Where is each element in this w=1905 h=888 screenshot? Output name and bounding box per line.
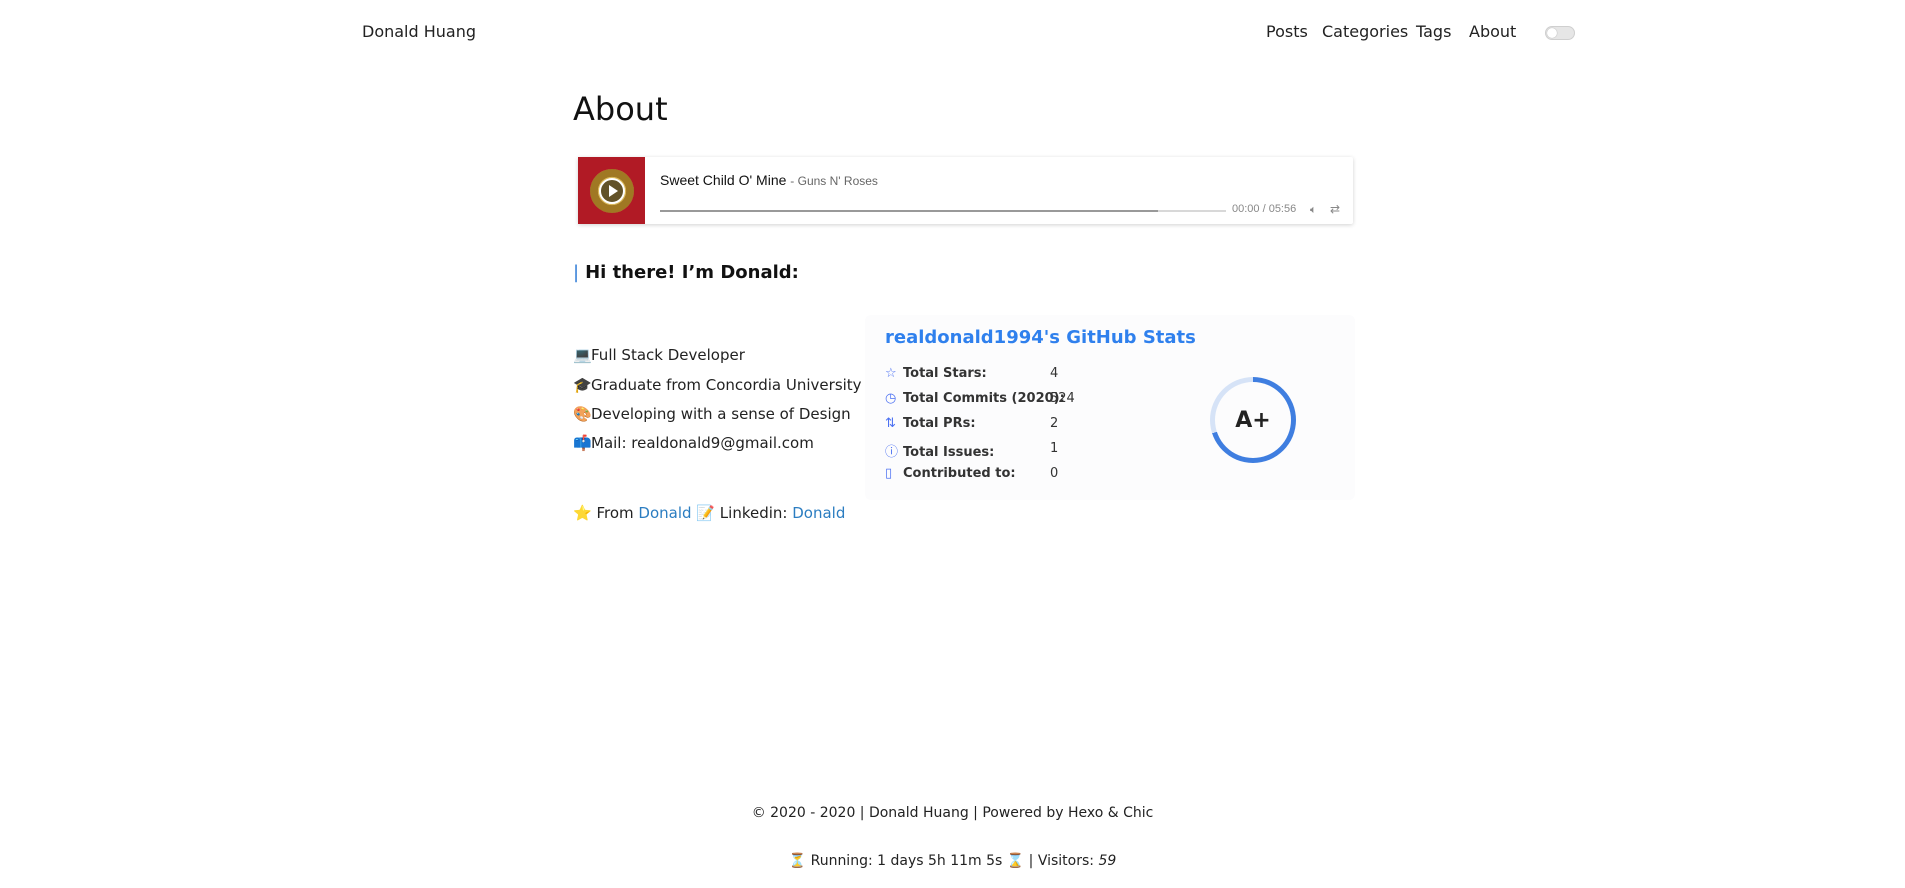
stat-label: Total Issues: xyxy=(903,445,995,460)
stat-row: ⇅ Total PRs: xyxy=(885,416,976,431)
nav-tags[interactable]: Tags xyxy=(1416,22,1451,41)
time-readout: 00:00 / 05:56 xyxy=(1232,203,1297,215)
from-link[interactable]: Donald xyxy=(638,504,691,522)
nav-about[interactable]: About xyxy=(1469,22,1516,41)
music-player: Sweet Child O' Mine - Guns N' Roses 00:0… xyxy=(578,157,1353,224)
bio-text: Developing with a sense of Design xyxy=(591,405,851,423)
song-artist: - Guns N' Roses xyxy=(790,174,878,188)
stat-row: ▯ Contributed to: xyxy=(885,466,1016,481)
repo-icon: ▯ xyxy=(885,466,893,481)
palette-icon: 🎨 xyxy=(573,405,592,423)
stat-row: ☆ Total Stars: xyxy=(885,366,987,381)
visitors-count: 59 xyxy=(1098,853,1117,869)
stat-label: Total Stars: xyxy=(903,366,987,381)
stat-label: Contributed to: xyxy=(903,466,1016,481)
nav-categories[interactable]: Categories xyxy=(1322,22,1408,41)
stat-row: ◷ Total Commits (2020): xyxy=(885,391,1065,406)
star-icon: ☆ xyxy=(885,366,897,381)
song-info: Sweet Child O' Mine - Guns N' Roses xyxy=(660,172,878,188)
bio-item: 🎓Graduate from Concordia University xyxy=(573,376,862,394)
hourglass-icon: ⏳ xyxy=(788,853,807,869)
stat-value: 4 xyxy=(1050,366,1059,381)
greeting-heading: | Hi there! I’m Donald: xyxy=(573,262,799,283)
stat-value: 2 xyxy=(1050,416,1059,431)
github-stats-card: realdonald1994's GitHub Stats ☆ Total Sta… xyxy=(865,315,1355,500)
album-art xyxy=(589,168,634,213)
progress-bar[interactable] xyxy=(660,210,1226,212)
stat-value: 524 xyxy=(1050,391,1075,406)
history-icon: ◷ xyxy=(885,391,897,406)
stat-value: 0 xyxy=(1050,466,1059,481)
graduation-cap-icon: 🎓 xyxy=(573,376,592,394)
footer-stats: ⏳ Running: 1 days 5h 11m 5s ⌛ | Visitors… xyxy=(0,853,1905,869)
bio-text: Full Stack Developer xyxy=(591,346,745,364)
pull-request-icon: ⇅ xyxy=(885,416,896,431)
stat-value: 1 xyxy=(1050,441,1059,456)
bio-item: 📫Mail: realdonald9@gmail.com xyxy=(573,434,814,452)
volume-icon[interactable]: 🔈︎ xyxy=(1310,203,1317,217)
toggle-knob xyxy=(1547,28,1557,38)
greeting-text: Hi there! I’m Donald: xyxy=(585,262,799,283)
linkedin-link[interactable]: Donald xyxy=(792,504,845,522)
stat-row: ⓘ Total Issues: xyxy=(885,441,994,460)
album-cover xyxy=(578,157,645,224)
running-time: Running: 1 days 5h 11m 5s xyxy=(810,853,1003,869)
memo-icon: 📝 xyxy=(696,504,716,522)
grade-ring: A+ xyxy=(1210,377,1296,463)
issue-icon: ⓘ xyxy=(885,445,899,460)
linkedin-label: Linkedin: xyxy=(719,504,788,522)
mailbox-icon: 📫 xyxy=(573,434,592,452)
song-title: Sweet Child O' Mine xyxy=(660,172,787,188)
bio-text: Graduate from Concordia University xyxy=(591,376,862,394)
site-brand[interactable]: Donald Huang xyxy=(362,22,476,41)
bio-text: Mail: realdonald9@gmail.com xyxy=(591,434,814,452)
grade-label: A+ xyxy=(1215,382,1291,458)
laptop-icon: 💻 xyxy=(573,346,592,364)
page-title: About xyxy=(573,90,668,128)
from-prefix: From xyxy=(596,504,634,522)
nav-posts[interactable]: Posts xyxy=(1266,22,1308,41)
bio-item: 🎨Developing with a sense of Design xyxy=(573,405,851,423)
stat-label: Total Commits (2020): xyxy=(903,391,1065,406)
stats-title: realdonald1994's GitHub Stats xyxy=(885,327,1196,348)
play-icon[interactable] xyxy=(598,177,625,204)
stat-label: Total PRs: xyxy=(903,416,976,431)
visitors-label: | Visitors: xyxy=(1028,853,1095,869)
bio-item: 💻Full Stack Developer xyxy=(573,346,745,364)
star-icon: ⭐ xyxy=(573,504,592,522)
footer-copyright: © 2020 - 2020 | Donald Huang | Powered b… xyxy=(751,805,1154,821)
from-line: ⭐ From Donald 📝 Linkedin: Donald xyxy=(573,504,845,522)
theme-toggle[interactable] xyxy=(1545,26,1575,40)
heading-bar: | xyxy=(573,262,580,283)
loop-icon[interactable]: ⇄ xyxy=(1330,202,1340,216)
hourglass-icon: ⌛ xyxy=(1006,853,1025,869)
progress-fill xyxy=(660,210,1159,212)
